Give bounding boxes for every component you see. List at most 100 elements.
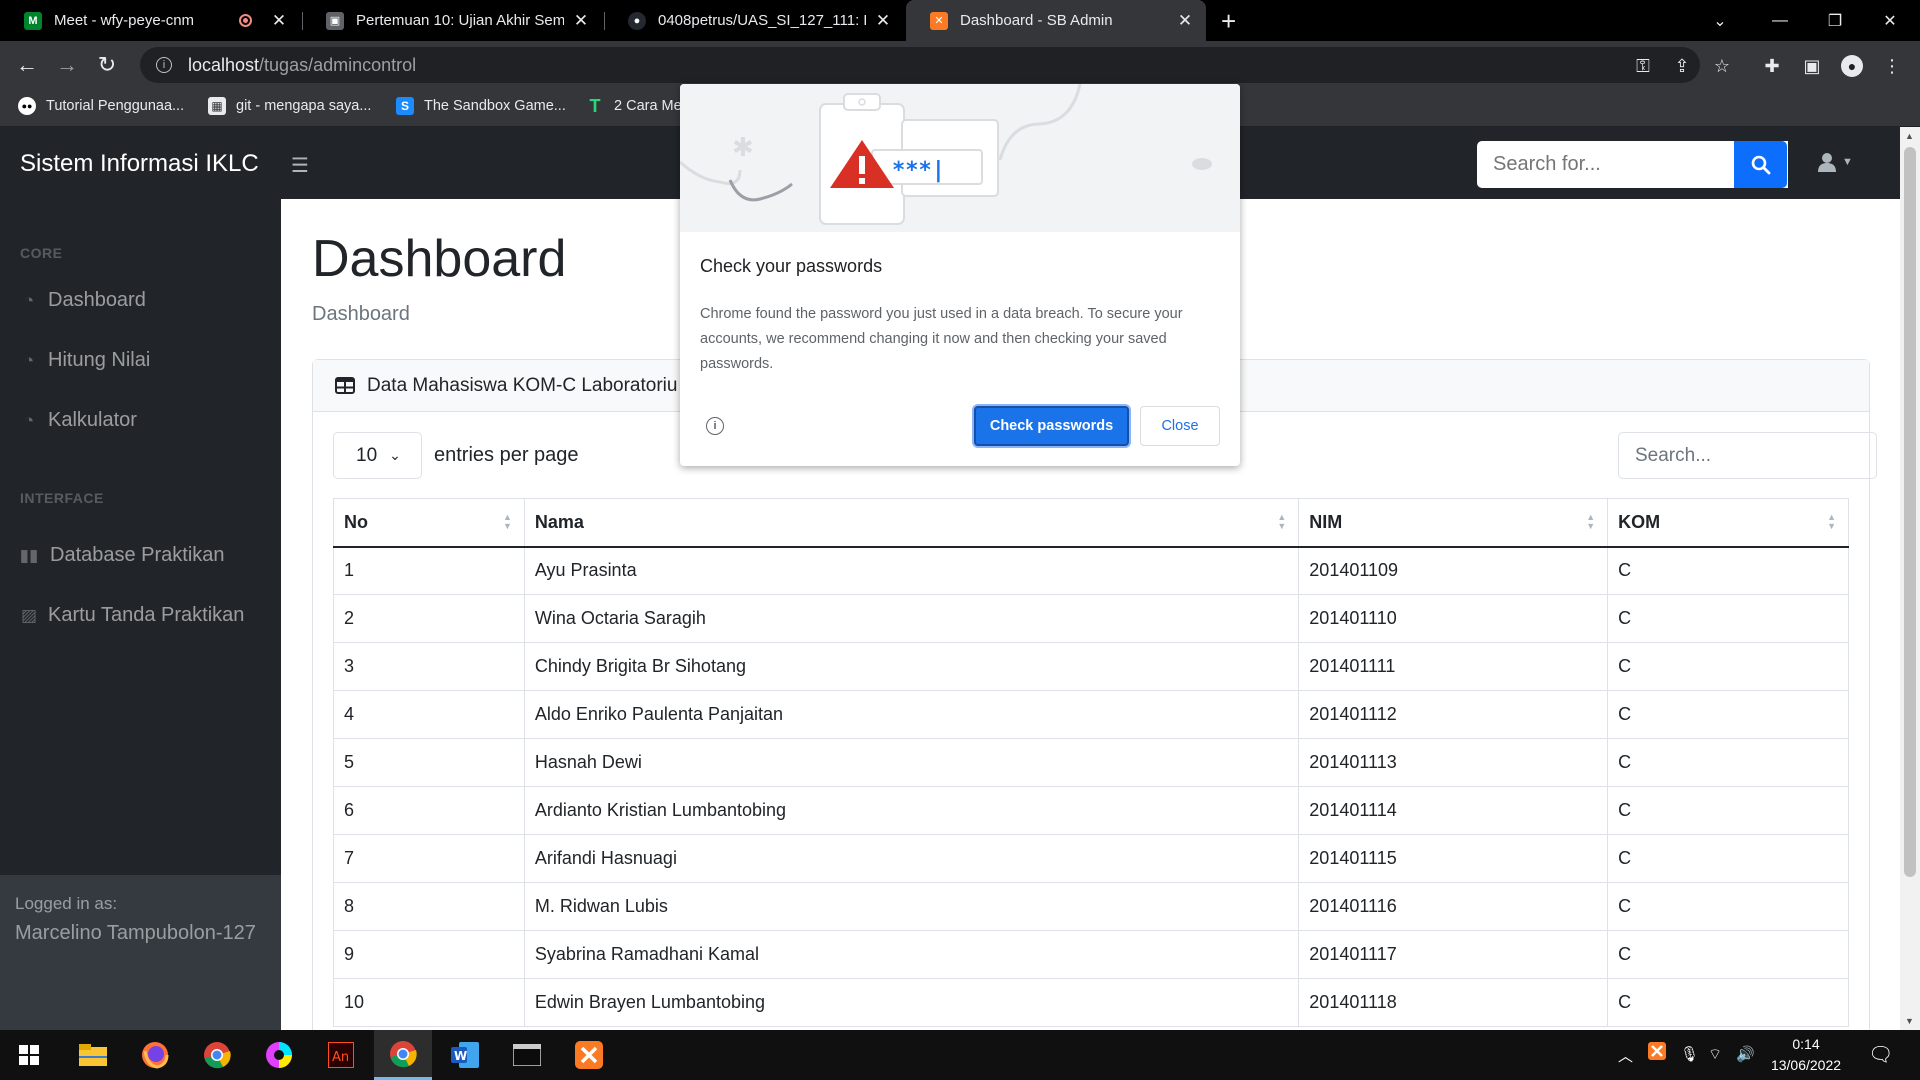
site-info-icon[interactable]: i — [156, 57, 172, 73]
microphone-icon[interactable]: 🎙 — [1680, 1045, 1699, 1063]
cell-nim: 201401117 — [1298, 930, 1609, 979]
entries-per-page-value: 10 — [356, 444, 378, 466]
table-row: 8 M. Ridwan Lubis 201401116 C — [333, 882, 1849, 931]
cell-no: 3 — [333, 642, 525, 691]
column-header-nim[interactable]: NIM ▲ ▼ — [1298, 498, 1609, 548]
user-dropdown[interactable]: ▼ — [1818, 152, 1853, 172]
terminal-app[interactable] — [498, 1030, 556, 1080]
animate-app[interactable]: An — [312, 1030, 370, 1080]
cell-nama: Edwin Brayen Lumbantobing — [523, 978, 1300, 1027]
cell-nim: 201401110 — [1298, 594, 1609, 643]
table-icon — [335, 377, 355, 394]
column-header-no[interactable]: No ▲ ▼ — [333, 498, 525, 548]
file-explorer-app[interactable] — [64, 1030, 122, 1080]
notification-center-icon[interactable]: 🗨 — [1868, 1042, 1893, 1067]
close-tab-icon[interactable]: ✕ — [270, 11, 288, 31]
table-search-input[interactable]: Search... — [1618, 432, 1877, 479]
sidebar-heading-core: CORE — [20, 245, 63, 261]
tab-search-icon[interactable]: ⌄ — [1690, 0, 1750, 41]
sidebar-toggle-icon[interactable]: ☰ — [291, 153, 309, 178]
chrome-app-active[interactable] — [374, 1030, 432, 1080]
back-icon[interactable]: ← — [13, 51, 41, 79]
tab-meet[interactable]: M Meet - wfy-peye-cnm ✕ — [0, 0, 300, 41]
navbar-brand[interactable]: Sistem Informasi IKLC — [20, 150, 259, 178]
xampp-app[interactable] — [560, 1030, 618, 1080]
color-wheel-icon — [266, 1042, 292, 1068]
sidebar-item-kalkulator[interactable]: ◔ Kalkulator — [20, 409, 137, 432]
scroll-down-icon[interactable]: ▼ — [1905, 1016, 1914, 1026]
restore-button[interactable]: ❐ — [1805, 0, 1865, 41]
sidebar-item-dashboard[interactable]: ◔ Dashboard — [20, 289, 146, 312]
scrollbar-thumb[interactable] — [1904, 147, 1916, 877]
navbar-search-button[interactable] — [1734, 141, 1787, 188]
password-key-icon[interactable]: ⚿ — [1632, 55, 1654, 77]
student-table: No ▲ ▼ Nama ▲ ▼ NIM ▲ ▼ KOM ▲ ▼ 1 Ayu Prasinta 201… — [333, 498, 1849, 1027]
cell-nama: Chindy Brigita Br Sihotang — [523, 642, 1300, 691]
side-panel-icon[interactable]: ▣ — [1801, 55, 1823, 77]
cell-kom: C — [1607, 546, 1849, 595]
classroom-favicon-icon: ▣ — [326, 11, 344, 30]
sort-icon: ▲ ▼ — [1827, 512, 1836, 531]
recording-icon — [239, 14, 252, 27]
close-tab-icon[interactable]: ✕ — [1176, 11, 1194, 31]
tray-xampp-icon[interactable] — [1648, 1042, 1666, 1064]
color-app[interactable] — [250, 1030, 308, 1080]
close-window-button[interactable]: ✕ — [1860, 0, 1920, 41]
sidebar-item-database-praktikan[interactable]: ▮▮ Database Praktikan — [20, 544, 225, 567]
close-tab-icon[interactable]: ✕ — [572, 11, 590, 31]
share-icon[interactable]: ⇪ — [1671, 55, 1693, 77]
clock-time: 0:14 — [1792, 1036, 1820, 1052]
dialog-title: Check your passwords — [700, 256, 883, 276]
scroll-up-icon[interactable]: ▲ — [1905, 131, 1914, 141]
table-row: 2 Wina Octaria Saragih 201401110 C — [333, 594, 1849, 643]
bookmark-star-icon[interactable]: ☆ — [1711, 55, 1733, 77]
firefox-app[interactable] — [126, 1030, 184, 1080]
word-icon: W — [451, 1042, 479, 1068]
breach-illustration: ✱ ***| — [680, 84, 1240, 232]
sidebar-footer: Logged in as: Marcelino Tampubolon-127 — [0, 875, 281, 1030]
close-tab-icon[interactable]: ✕ — [874, 11, 892, 31]
cell-kom: C — [1607, 690, 1849, 739]
chrome-menu-icon[interactable]: ⋮ — [1881, 55, 1903, 77]
profile-avatar[interactable]: ● — [1841, 55, 1863, 77]
start-button[interactable] — [0, 1030, 58, 1080]
bookmark-item[interactable]: ●● Tutorial Penggunaa... — [18, 97, 184, 115]
new-tab-button[interactable]: + — [1221, 6, 1236, 37]
reload-icon[interactable]: ↻ — [93, 51, 121, 79]
tray-chevron-icon[interactable]: ︿ — [1618, 1045, 1633, 1066]
bookmark-item[interactable]: S The Sandbox Game... — [396, 97, 566, 115]
cell-no: 2 — [333, 594, 525, 643]
tab-pertemuan[interactable]: ▣ Pertemuan 10: Ujian Akhir Semes ✕ — [302, 0, 602, 41]
close-dialog-button[interactable]: Close — [1140, 406, 1220, 446]
image-icon: ▨ — [20, 605, 38, 625]
column-header-nama[interactable]: Nama ▲ ▼ — [523, 498, 1300, 548]
cell-kom: C — [1607, 978, 1849, 1027]
extensions-icon[interactable]: ✚ — [1761, 55, 1783, 77]
column-header-kom[interactable]: KOM ▲ ▼ — [1607, 498, 1849, 548]
cell-nim: 201401109 — [1298, 546, 1609, 595]
wifi-icon[interactable]: ⌔ — [1708, 1045, 1722, 1064]
sidebar-item-hitung-nilai[interactable]: ◔ Hitung Nilai — [20, 349, 150, 372]
address-bar[interactable]: i localhost/tugas/admincontrol — [140, 47, 1700, 83]
tab-github[interactable]: ● 0408petrus/UAS_SI_127_111: Pen ✕ — [604, 0, 904, 41]
minimize-button[interactable]: — — [1750, 0, 1810, 41]
word-app[interactable]: W — [436, 1030, 494, 1080]
table-row: 9 Syabrina Ramadhani Kamal 201401117 C — [333, 930, 1849, 979]
info-icon[interactable]: i — [706, 417, 724, 435]
bookmark-item[interactable]: ▦ git - mengapa saya... — [208, 97, 371, 115]
cell-no: 1 — [333, 546, 525, 595]
sidebar-item-kartu-tanda-praktikan[interactable]: ▨ Kartu Tanda Praktikan — [20, 604, 244, 627]
entries-per-page-select[interactable]: 10 ⌄ — [333, 432, 422, 479]
check-passwords-button[interactable]: Check passwords — [974, 406, 1129, 446]
taskbar-clock[interactable]: 0:14 13/06/2022 — [1756, 1034, 1856, 1076]
volume-icon[interactable]: 🔊 — [1736, 1045, 1755, 1063]
chrome-app[interactable] — [188, 1030, 246, 1080]
cell-kom: C — [1607, 882, 1849, 931]
cell-nim: 201401113 — [1298, 738, 1609, 787]
tab-dashboard[interactable]: ✕ Dashboard - SB Admin ✕ — [906, 0, 1206, 41]
bookmark-item[interactable]: T 2 Cara Me — [586, 96, 682, 116]
page-scrollbar[interactable]: ▲ ▼ — [1900, 127, 1920, 1030]
cell-kom: C — [1607, 930, 1849, 979]
cell-no: 7 — [333, 834, 525, 883]
forward-icon[interactable]: → — [53, 51, 81, 79]
